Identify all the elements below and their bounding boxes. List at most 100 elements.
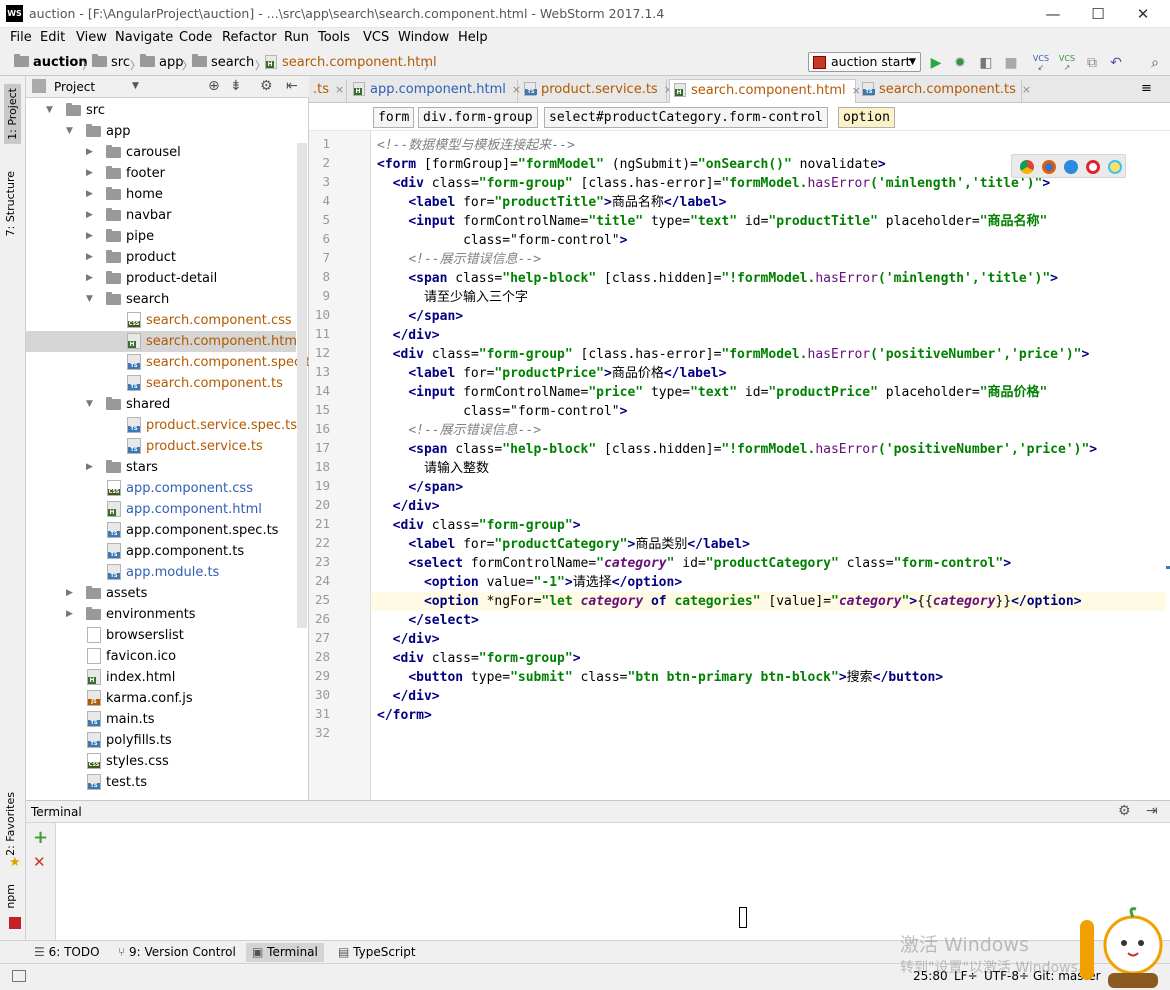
code-line[interactable]: </div> <box>377 326 440 345</box>
chevron-down-icon[interactable]: ▼ <box>66 121 73 142</box>
close-button[interactable]: ✕ <box>1120 0 1166 28</box>
tree-folder[interactable]: ▶ pipe <box>26 226 296 247</box>
code-line[interactable]: 请输入整数 <box>377 459 489 478</box>
code-line[interactable]: </span> <box>377 307 463 326</box>
code-line[interactable]: <div class="form-group"> <box>377 516 581 535</box>
tab-structure[interactable]: 7: Structure <box>4 171 17 236</box>
toggle-tool-windows-icon[interactable] <box>12 970 26 982</box>
tree-file[interactable]: search.component.ts <box>26 373 296 394</box>
tree-file[interactable]: app.component.html <box>26 499 296 520</box>
tree-folder[interactable]: ▶ home <box>26 184 296 205</box>
chevron-right-icon[interactable]: ▶ <box>86 247 93 268</box>
code-line[interactable]: class="form-control"> <box>377 231 627 250</box>
vcs-commit-icon[interactable]: VCS ↗ <box>1058 54 1076 72</box>
maximize-button[interactable]: ☐ <box>1075 0 1121 28</box>
tree-folder[interactable]: ▼ shared <box>26 394 296 415</box>
add-icon[interactable]: + <box>33 827 48 848</box>
code-line[interactable]: <div class="form-group" [class.has-error… <box>377 174 1051 193</box>
tree-folder[interactable]: ▶ assets <box>26 583 296 604</box>
code-line[interactable]: </select> <box>377 611 478 630</box>
breadcrumb-file[interactable]: search.component.html <box>265 55 437 70</box>
editor-tab[interactable]: app.component.html× <box>349 79 521 103</box>
tab-favorites[interactable]: 2: Favorites <box>4 792 17 856</box>
chevron-right-icon[interactable]: ▶ <box>86 184 93 205</box>
run-configuration-select[interactable]: auction start ▼ <box>808 52 921 72</box>
crumb-form[interactable]: form <box>373 107 415 128</box>
editor-tab[interactable]: search.component.html× <box>669 79 861 103</box>
hide-panel-icon[interactable]: ⇤ <box>286 78 298 94</box>
stop-icon[interactable]: ■ <box>1002 54 1020 72</box>
menu-tools[interactable]: Tools <box>318 30 350 45</box>
firefox-icon[interactable] <box>1042 160 1056 174</box>
code-editor[interactable]: <!--数据模型与模板连接起来--> <form [formGroup]="for… <box>371 131 1170 800</box>
editor-tab[interactable]: product.service.ts× <box>520 79 673 103</box>
history-icon[interactable]: ⧉ <box>1083 54 1101 72</box>
project-view-select[interactable]: Project <box>54 80 95 94</box>
chevron-right-icon[interactable]: ▶ <box>66 604 73 625</box>
vcs-update-icon[interactable]: VCS ↙ <box>1032 54 1050 72</box>
code-line[interactable]: <input formControlName="title" type="tex… <box>377 212 1047 231</box>
menu-navigate[interactable]: Navigate <box>115 30 173 45</box>
tree-file[interactable]: karma.conf.js <box>26 688 296 709</box>
tree-file[interactable]: search.component.html <box>26 331 301 352</box>
code-line[interactable]: <span class="help-block" [class.hidden]=… <box>377 269 1058 288</box>
menu-file[interactable]: File <box>10 30 32 45</box>
code-line[interactable]: <label for="productPrice">商品价格</label> <box>377 364 726 383</box>
tree-file[interactable]: app.component.ts <box>26 541 296 562</box>
crumb-option[interactable]: option <box>838 107 895 128</box>
tree-file[interactable]: browserslist <box>26 625 296 646</box>
code-line[interactable]: <button type="submit" class="btn btn-pri… <box>377 668 943 687</box>
tree-folder[interactable]: ▶ stars <box>26 457 296 478</box>
code-line[interactable]: <span class="help-block" [class.hidden]=… <box>377 440 1097 459</box>
code-line[interactable]: 请至少输入三个字 <box>377 288 528 307</box>
menu-run[interactable]: Run <box>284 30 309 45</box>
terminal-button[interactable]: ▣ Terminal <box>246 943 324 962</box>
code-line[interactable]: </div> <box>377 497 440 516</box>
collapse-all-icon[interactable]: ⇟ <box>230 78 242 94</box>
code-line[interactable]: <div class="form-group"> <box>377 649 581 668</box>
chevron-down-icon[interactable]: ▼ <box>86 394 93 415</box>
code-line[interactable]: <!--展示错误信息--> <box>377 250 541 269</box>
menu-window[interactable]: Window <box>398 30 449 45</box>
tree-folder[interactable]: ▶ navbar <box>26 205 296 226</box>
code-line[interactable]: <!--数据模型与模板连接起来--> <box>377 136 575 155</box>
menu-help[interactable]: Help <box>458 30 488 45</box>
tree-file[interactable]: product.service.spec.ts <box>26 415 297 436</box>
code-line[interactable]: <label for="productCategory">商品类别</label… <box>377 535 750 554</box>
tab-overflow-icon[interactable]: ≡ <box>1141 81 1152 96</box>
code-line[interactable]: </span> <box>377 478 463 497</box>
crumb-div[interactable]: div.form-group <box>418 107 538 128</box>
code-line[interactable]: </div> <box>377 687 440 706</box>
revert-icon[interactable]: ↶ <box>1107 54 1125 72</box>
tab-npm[interactable]: npm <box>4 884 17 909</box>
search-everywhere-icon[interactable]: ⌕ <box>1146 54 1164 72</box>
tree-file[interactable]: app.component.css <box>26 478 296 499</box>
chevron-right-icon[interactable]: ▶ <box>86 268 93 289</box>
ie-icon[interactable] <box>1108 160 1122 174</box>
breadcrumb-search[interactable]: search <box>192 54 254 70</box>
tree-folder[interactable]: ▶ environments <box>26 604 296 625</box>
tree-folder[interactable]: ▶ product <box>26 247 296 268</box>
tree-file[interactable]: app.component.spec.ts <box>26 520 296 541</box>
code-line[interactable]: </div> <box>377 630 440 649</box>
coverage-icon[interactable]: ◧ <box>977 54 995 72</box>
menu-vcs[interactable]: VCS <box>363 30 389 45</box>
chevron-right-icon[interactable]: ▶ <box>86 226 93 247</box>
menu-view[interactable]: View <box>76 30 107 45</box>
chevron-right-icon[interactable]: ▶ <box>86 142 93 163</box>
typescript-button[interactable]: ▤ TypeScript <box>338 945 416 959</box>
code-line[interactable]: <label for="productTitle">商品名称</label> <box>377 193 726 212</box>
tree-folder[interactable]: ▼ search <box>26 289 296 310</box>
chevron-right-icon[interactable]: ▶ <box>86 163 93 184</box>
crumb-select[interactable]: select#productCategory.form-control <box>544 107 828 128</box>
editor-scrollbar[interactable] <box>1166 131 1170 800</box>
tree-folder[interactable]: ▼ app <box>26 121 296 142</box>
tree-file[interactable]: search.component.css <box>26 310 296 331</box>
gear-icon[interactable]: ⚙ <box>1118 803 1131 819</box>
hide-panel-icon[interactable]: ⇥ <box>1146 803 1158 819</box>
code-line[interactable]: <option *ngFor="let category of categori… <box>377 592 1082 611</box>
chevron-right-icon[interactable]: ▶ <box>86 205 93 226</box>
debug-icon[interactable]: ✹ <box>951 54 969 72</box>
tree-file[interactable]: favicon.ico <box>26 646 296 667</box>
chrome-icon[interactable] <box>1020 160 1034 174</box>
